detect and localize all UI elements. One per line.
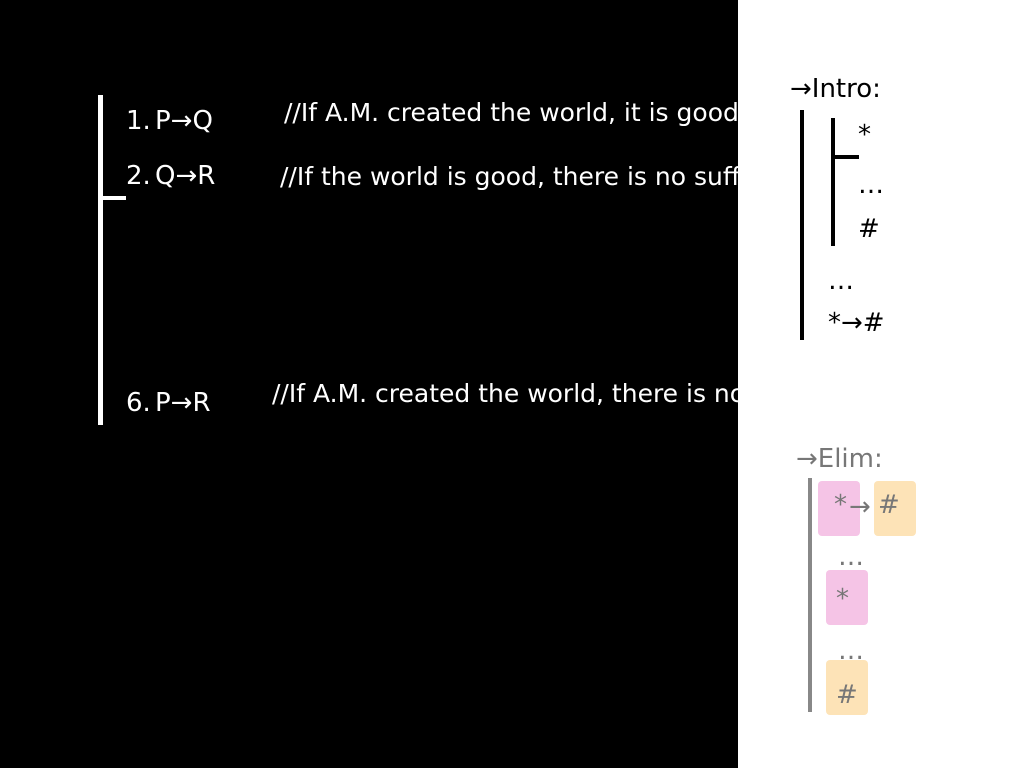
elim-premise-arrow: → [849, 492, 871, 522]
elim-premise-antecedent: * [834, 490, 847, 520]
intro-assumption: * [858, 120, 871, 150]
intro-dots-2: … [828, 266, 854, 296]
elim-conclusion: # [836, 680, 858, 710]
line-1-comment: //If A.M. created the world, it is good [284, 98, 739, 127]
elim-dots-1: … [838, 542, 864, 572]
line-6-number: 6. [126, 388, 151, 418]
elim-scope-line [808, 478, 812, 712]
intro-inner-scope-line [831, 118, 835, 246]
premise-divider [98, 196, 126, 200]
proof-scope-line [98, 95, 103, 425]
line-2-number: 2. [126, 161, 151, 191]
line-1-number: 1. [126, 106, 151, 136]
intro-title: →Intro: [790, 74, 881, 104]
intro-assumption-divider [831, 155, 859, 159]
intro-dots-1: … [858, 170, 884, 200]
line-6-comment: //If A.M. created the world, there is no… [272, 379, 864, 408]
intro-derived: # [858, 214, 880, 244]
elim-premise-consequent: # [878, 490, 900, 520]
line-6-formula: P→R [155, 388, 211, 418]
intro-outer-scope-line [800, 110, 804, 340]
elim-antecedent: * [836, 584, 849, 614]
line-2-formula: Q→R [155, 161, 216, 191]
elim-title: →Elim: [796, 444, 883, 474]
line-2-comment: //If the world is good, there is no suff… [280, 162, 805, 191]
line-1-formula: P→Q [155, 106, 213, 136]
intro-conclusion: *→# [828, 308, 885, 338]
